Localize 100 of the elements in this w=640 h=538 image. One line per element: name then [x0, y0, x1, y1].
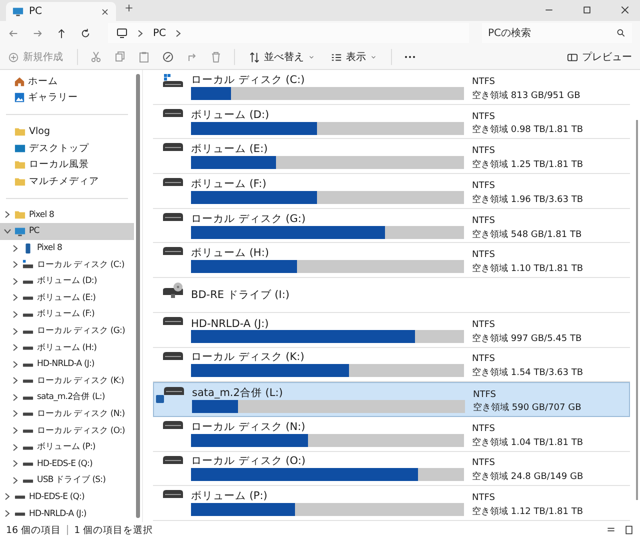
drive-item[interactable]: ボリューム (P:) NTFS 空き領域 1.12 TB/1.81 TB	[153, 486, 630, 521]
chevron-right-icon[interactable]	[12, 394, 18, 401]
chevron-right-icon[interactable]	[4, 493, 10, 500]
drive-item[interactable]: sata_m.2合併 (L:) NTFS 空き領域 590 GB/707 GB	[153, 382, 630, 417]
nav-item[interactable]: ギャラリー	[0, 90, 134, 106]
tree-item[interactable]: ボリューム (D:)	[0, 272, 134, 290]
tree-item[interactable]: sata_m.2合併 (L:)	[0, 389, 134, 406]
tree-item[interactable]: ボリューム (F:)	[0, 306, 134, 323]
tree-item[interactable]: ボリューム (P:)	[0, 438, 134, 456]
drive-icon	[164, 387, 184, 396]
tree-item[interactable]: Pixel 8	[0, 240, 134, 256]
tree-item-label: ボリューム (H:)	[37, 342, 97, 354]
chevron-right-icon[interactable]	[12, 294, 18, 302]
refresh-icon[interactable]	[80, 28, 91, 38]
chevron-right-icon[interactable]	[12, 360, 18, 368]
trash-icon[interactable]	[210, 51, 222, 63]
drive-item[interactable]: HD-NRLD-A (J:) NTFS 空き領域 997 GB/5.45 TB	[153, 312, 630, 348]
scrollbar[interactable]	[136, 74, 140, 518]
drive-item[interactable]: ボリューム (D:) NTFS 空き領域 0.98 TB/1.81 TB	[153, 104, 630, 140]
chevron-right-icon[interactable]	[4, 510, 10, 518]
tree-item[interactable]: USB ドライブ (S:)	[0, 472, 134, 489]
nav-item[interactable]: Vlog	[0, 123, 134, 140]
tree-item[interactable]: HD-EDS-E (Q:)	[0, 488, 134, 506]
drive-item[interactable]: ローカル ディスク (O:) NTFS 空き領域 24.8 GB/149 GB	[153, 452, 630, 486]
share-icon[interactable]	[186, 51, 198, 63]
drive-item[interactable]: ボリューム (E:) NTFS 空き領域 1.25 TB/1.81 TB	[153, 139, 630, 174]
maximize-icon[interactable]	[582, 5, 592, 15]
tree-item[interactable]: HD-NRLD-A (J:)	[0, 505, 134, 522]
drive-item[interactable]: ローカル ディスク (G:) NTFS 空き領域 548 GB/1.81 TB	[153, 208, 630, 244]
chevron-right-icon[interactable]	[12, 244, 18, 252]
chevron-right-icon[interactable]	[12, 460, 18, 468]
chevron-right-icon[interactable]	[12, 344, 18, 352]
search-field[interactable]: PCの検索	[482, 23, 632, 43]
chevron-right-icon[interactable]	[4, 211, 10, 218]
tree-item[interactable]: ボリューム (H:)	[0, 339, 134, 356]
nav-item[interactable]: デスクトップ	[0, 140, 134, 156]
nav-item[interactable]: ホーム	[0, 73, 134, 90]
chevron-right-icon[interactable]	[12, 278, 18, 285]
checkbox[interactable]	[156, 395, 164, 404]
close-icon[interactable]	[100, 6, 110, 16]
chevron-right-icon[interactable]	[12, 410, 18, 418]
close-icon[interactable]	[620, 5, 630, 15]
tree-item-label: HD-NRLD-A (J:)	[37, 359, 94, 370]
tree-item[interactable]: ローカル ディスク (O:)	[0, 422, 134, 439]
view-button[interactable]: 表示	[329, 48, 379, 66]
nav-item[interactable]: ローカル風景	[0, 156, 134, 173]
drive-item[interactable]: ローカル ディスク (N:) NTFS 空き領域 1.04 TB/1.81 TB	[153, 416, 630, 452]
chevron-right-icon[interactable]	[138, 30, 143, 36]
folder-icon	[14, 126, 26, 137]
chevron-down-icon[interactable]	[4, 228, 10, 234]
tree-item[interactable]: ローカル ディスク (G:)	[0, 322, 134, 340]
chevron-right-icon[interactable]	[12, 427, 18, 434]
drive-icon	[163, 178, 183, 186]
drive-item[interactable]: ローカル ディスク (K:) NTFS 空き領域 1.54 TB/3.63 TB	[153, 348, 630, 382]
up-icon[interactable]	[56, 28, 67, 38]
tree-item[interactable]: ボリューム (E:)	[0, 290, 134, 306]
tree-item-label: ボリューム (P:)	[37, 441, 96, 454]
monitor-icon	[116, 27, 128, 39]
tree-item[interactable]: HD-EDS-E (Q:)	[0, 455, 134, 472]
drive-item[interactable]: ローカル ディスク (C:) NTFS 空き領域 813 GB/951 GB	[153, 70, 630, 105]
scrollbar[interactable]	[636, 120, 638, 500]
drive-icon	[163, 420, 183, 429]
tiles-view-icon[interactable]	[624, 525, 634, 535]
address-bar[interactable]: PC	[108, 23, 469, 43]
drive-item[interactable]: ボリューム (F:) NTFS 空き領域 1.96 TB/3.63 TB	[153, 174, 630, 209]
chevron-right-icon[interactable]	[12, 377, 18, 384]
preview-button[interactable]: プレビュー	[565, 48, 634, 66]
filesystem-label: NTFS	[472, 216, 496, 226]
drive-item[interactable]: ボリューム (H:) NTFS 空き領域 1.10 TB/1.81 TB	[153, 243, 630, 278]
scissors-icon[interactable]	[90, 51, 102, 63]
folder-icon	[14, 159, 26, 170]
tree-item-label: ローカル ディスク (N:)	[37, 408, 125, 420]
drive-name: ローカル ディスク (K:)	[191, 350, 306, 364]
tree-item[interactable]: Pixel 8	[0, 206, 134, 224]
copy-icon[interactable]	[114, 51, 126, 63]
sort-button[interactable]: 並べ替え	[247, 48, 317, 66]
paste-icon[interactable]	[138, 51, 150, 63]
chevron-right-icon[interactable]	[12, 310, 18, 318]
tree-item[interactable]: ローカル ディスク (C:)	[0, 256, 134, 273]
chevron-right-icon[interactable]	[176, 30, 182, 36]
back-icon[interactable]	[8, 28, 19, 38]
tree-item[interactable]: ローカル ディスク (N:)	[0, 406, 134, 422]
picture-icon	[14, 92, 25, 104]
nav-item[interactable]: マルチメディア	[0, 172, 134, 190]
tree-item[interactable]: PC	[0, 223, 134, 240]
plus-icon[interactable]	[124, 3, 134, 13]
caret-icon	[370, 54, 377, 60]
drive-icon	[163, 74, 183, 90]
tree-item[interactable]: HD-NRLD-A (J:)	[0, 356, 134, 372]
window-tab[interactable]: PC	[6, 2, 116, 21]
chevron-right-icon[interactable]	[12, 444, 18, 451]
plus-circle-icon	[8, 52, 19, 62]
chevron-right-icon[interactable]	[12, 261, 18, 268]
tree-item[interactable]: ローカル ディスク (K:)	[0, 372, 134, 390]
drive-item[interactable]: BD-RE ドライブ (I:)	[153, 278, 630, 313]
chevron-right-icon[interactable]	[12, 328, 18, 335]
breadcrumb[interactable]: PC	[153, 28, 166, 38]
filesystem-label: NTFS	[472, 424, 496, 434]
chevron-right-icon[interactable]	[12, 476, 18, 484]
forward-icon[interactable]	[32, 28, 43, 38]
